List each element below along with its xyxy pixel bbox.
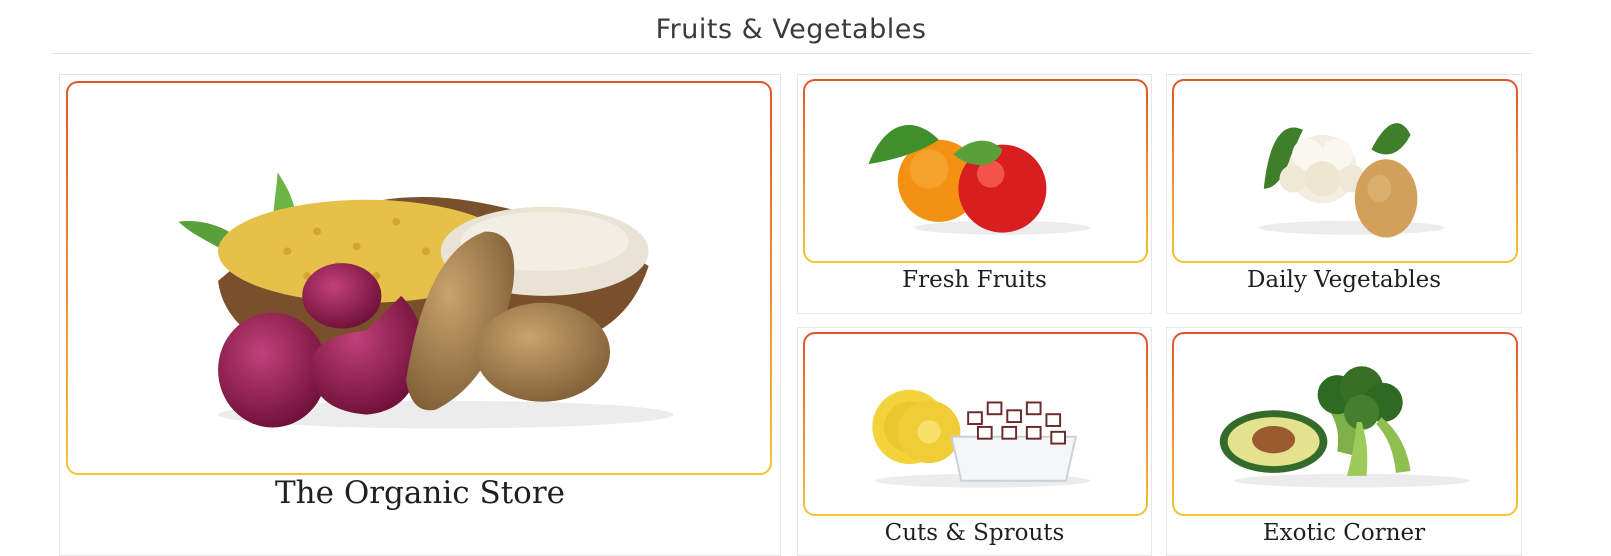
card-daily-vegetables[interactable]: Daily Vegetables	[1166, 74, 1522, 314]
avocado-broccoli-image	[1219, 366, 1470, 488]
orange-apple-image	[868, 125, 1091, 235]
card-label: Daily Vegetables	[1246, 267, 1442, 293]
card-image-frame	[803, 79, 1148, 263]
card-label: Cuts & Sprouts	[884, 520, 1065, 546]
card-label: Exotic Corner	[1262, 520, 1426, 546]
card-image-frame	[66, 81, 772, 475]
card-image-frame	[1172, 79, 1518, 263]
card-image-frame	[1172, 332, 1518, 516]
card-cuts-sprouts[interactable]: Cuts & Sprouts	[797, 327, 1152, 556]
card-label: Fresh Fruits	[902, 267, 1047, 293]
organic-produce-image	[178, 172, 674, 429]
title-divider	[52, 53, 1532, 54]
card-exotic-corner[interactable]: Exotic Corner	[1166, 327, 1522, 556]
card-image-frame	[803, 332, 1148, 516]
card-label: The Organic Store	[274, 475, 566, 511]
cauliflower-potato-image	[1258, 123, 1445, 238]
section-title: Fruits & Vegetables	[655, 14, 927, 45]
card-organic-store[interactable]: The Organic Store	[59, 74, 781, 556]
pineapple-coconut-cuts-image	[872, 389, 1091, 488]
card-fresh-fruits[interactable]: Fresh Fruits	[797, 74, 1152, 314]
